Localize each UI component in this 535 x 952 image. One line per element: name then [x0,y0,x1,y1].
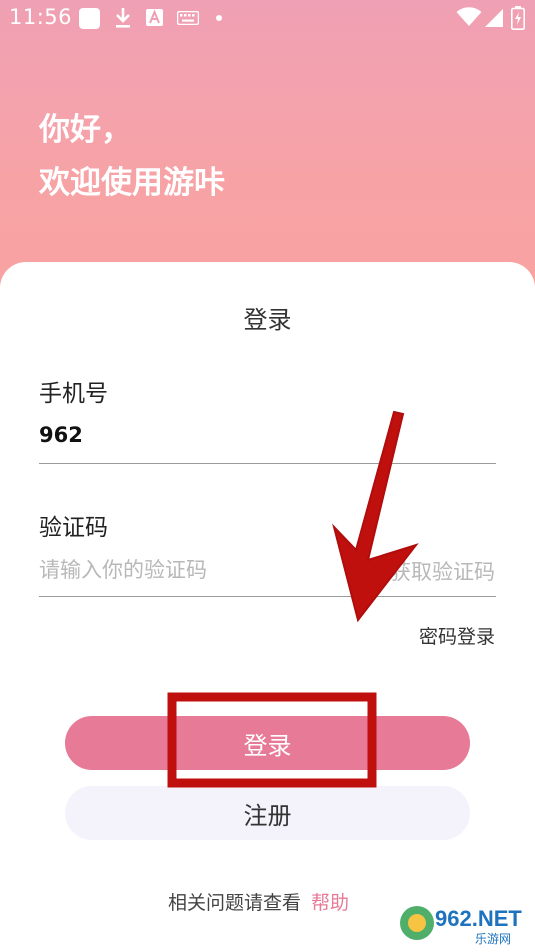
login-button[interactable]: 登录 [65,716,470,770]
phone-label: 手机号 [39,381,108,407]
svg-text:962.NET: 962.NET [435,906,522,931]
greeting: 你好， 欢迎使用游咔 [39,104,225,210]
greeting-line-2: 欢迎使用游咔 [39,165,225,201]
battery-charging-icon [511,6,525,30]
help-row: 相关问题请查看 帮助 [168,888,349,915]
status-bar: 11:56 [0,0,535,36]
download-icon [116,8,130,28]
app-square-icon [79,8,100,29]
page-title: 登录 [243,306,292,334]
font-a-icon [146,9,163,26]
help-text: 相关问题请查看 [168,892,302,914]
status-time: 11:56 [9,5,73,29]
phone-underline [39,463,496,464]
code-label: 验证码 [39,515,108,541]
help-link[interactable]: 帮助 [311,892,349,914]
keyboard-icon [177,11,199,25]
login-card [0,262,535,952]
svg-text:乐游网: 乐游网 [475,932,511,946]
password-login-link[interactable]: 密码登录 [419,622,495,649]
greeting-line-1: 你好， [39,112,132,148]
phone-input[interactable]: 962 [39,423,83,447]
dot-icon [216,15,222,21]
code-input[interactable] [39,552,369,588]
register-button[interactable]: 注册 [65,786,470,840]
wifi-icon [456,7,482,26]
watermark-logo: 962.NET 乐游网 [395,898,531,948]
code-underline [39,596,496,597]
signal-icon [485,9,503,27]
get-code-button[interactable]: 获取验证码 [390,556,495,586]
